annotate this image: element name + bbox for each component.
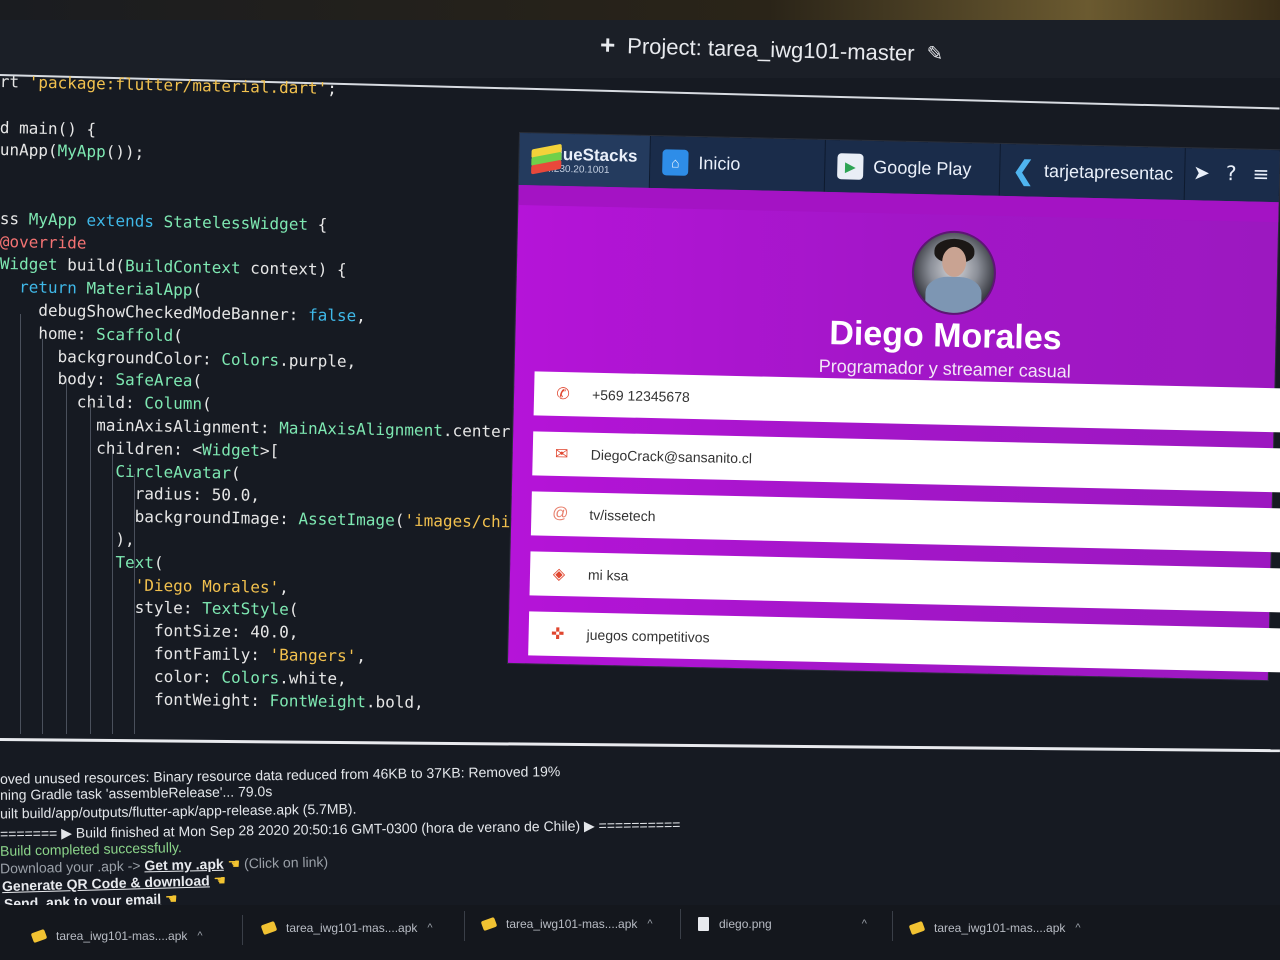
console-line: oved unused resources: Binary resource d…	[0, 763, 561, 787]
tab-label: Google Play	[873, 156, 972, 179]
code-line: ss MyApp extends StatelessWidget {	[0, 208, 328, 234]
project-label: Project: tarea_iwg101-master	[626, 32, 915, 66]
code-line: 'Diego Morales',	[134, 575, 289, 597]
code-line: ),	[0, 528, 135, 549]
tab-bluestacks-home[interactable]: BlueStacks 4.230.20.1001	[518, 133, 651, 188]
download-filename: tarea_iwg101-mas....apk	[286, 921, 418, 935]
console-line: ning Gradle task 'assembleRelease'... 79…	[0, 783, 273, 803]
download-item[interactable]: tarea_iwg101-mas....apk ^	[30, 928, 203, 944]
chevron-up-icon[interactable]: ^	[427, 922, 432, 934]
separator	[242, 915, 243, 945]
code-line: return MaterialApp(	[18, 277, 203, 300]
email-icon: ✉	[554, 445, 569, 464]
download-filename: diego.png	[719, 917, 772, 931]
avatar	[910, 229, 997, 316]
directions-icon: ◈	[552, 565, 566, 584]
code-line: fontFamily: 'Bangers',	[0, 642, 367, 666]
code-line: mainAxisAlignment: MainAxisAlignment.cen…	[0, 414, 520, 442]
chevron-up-icon[interactable]: ^	[1075, 922, 1080, 934]
bluestacks-logo-icon	[531, 143, 562, 175]
chevron-up-icon[interactable]: ^	[197, 930, 202, 942]
tab-label: Inicio	[698, 152, 741, 174]
phone-icon: ✆	[556, 385, 570, 404]
gamepad-icon: ✜	[550, 625, 565, 644]
terminal-output: oved unused resources: Binary resource d…	[0, 745, 1280, 915]
download-item[interactable]: tarea_iwg101-mas....apk ^	[260, 920, 433, 936]
at-icon: @	[552, 504, 569, 523]
code-line: style: TextStyle(	[0, 596, 299, 620]
pointing-hand-icon: ☚	[213, 871, 227, 889]
code-line: d main() {	[0, 117, 97, 139]
card-text: mi ksa	[587, 566, 629, 584]
code-line: fontSize: 40.0,	[0, 619, 299, 642]
image-file-icon	[698, 917, 709, 931]
download-item[interactable]: diego.png ^	[698, 917, 867, 931]
console-success: Build completed successfully.	[0, 839, 182, 859]
apk-file-icon	[260, 920, 278, 936]
code-line: CircleAvatar(	[115, 461, 241, 483]
pencil-icon[interactable]: ✎	[926, 41, 943, 66]
code-line: @override	[0, 231, 87, 253]
tab-tarjetapresentacion[interactable]: ❮ tarjetapresentac	[999, 143, 1186, 201]
plus-icon[interactable]: +	[600, 30, 616, 61]
card-text: juegos competitivos	[586, 626, 710, 646]
chevron-up-icon[interactable]: ^	[862, 918, 867, 930]
click-hint: (Click on link)	[243, 853, 329, 872]
code-line: body: SafeArea(	[0, 368, 203, 391]
app-screen: Diego Morales Programador y streamer cas…	[507, 184, 1280, 681]
home-icon: ⌂	[662, 149, 689, 176]
download-prompt: Download your .apk ->	[0, 857, 141, 877]
console-line: ======= ▶ Build finished at Mon Sep 28 2…	[0, 816, 681, 842]
card-text: tv/issetech	[589, 506, 656, 525]
menu-icon[interactable]: ≡	[1252, 162, 1269, 186]
flutter-icon: ❮	[1011, 154, 1035, 186]
download-filename: tarea_iwg101-mas....apk	[934, 921, 1066, 935]
separator	[464, 911, 465, 941]
download-item[interactable]: tarea_iwg101-mas....apk ^	[908, 920, 1081, 936]
downloads-bar: tarea_iwg101-mas....apk ^ tarea_iwg101-m…	[0, 905, 1280, 960]
separator	[892, 911, 893, 941]
cursor-icon: ➤	[1192, 160, 1211, 185]
code-line: debugShowCheckedModeBanner: false,	[0, 300, 367, 326]
code-line: home: Scaffold(	[0, 322, 184, 345]
contact-card-email[interactable]: ✉ DiegoCrack@sansanito.cl	[532, 431, 1280, 493]
apk-file-icon	[908, 920, 926, 936]
contact-card-twitch[interactable]: @ tv/issetech	[530, 491, 1280, 553]
separator	[680, 909, 681, 939]
bluestacks-window[interactable]: BlueStacks 4.230.20.1001 ⌂ Inicio ▶ Goog…	[507, 133, 1280, 681]
code-line: backgroundImage: AssetImage('images/chi	[0, 505, 511, 532]
download-filename: tarea_iwg101-mas....apk	[506, 917, 638, 931]
pointing-hand-icon: ☚	[227, 855, 241, 872]
code-line: child: Column(	[0, 391, 212, 414]
apk-file-icon	[30, 928, 48, 944]
chevron-up-icon[interactable]: ^	[647, 918, 652, 930]
contact-card-games[interactable]: ✜ juegos competitivos	[528, 611, 1280, 673]
card-text: DiegoCrack@sansanito.cl	[590, 446, 753, 467]
code-line: Text(	[115, 552, 164, 573]
code-line: unApp(MyApp());	[0, 140, 145, 163]
download-filename: tarea_iwg101-mas....apk	[56, 929, 188, 943]
tab-label: tarjetapresentac	[1043, 160, 1174, 184]
code-line: rt 'package:flutter/material.dart';	[0, 72, 338, 99]
code-editor[interactable]: rt 'package:flutter/material.dart'; d mai…	[0, 64, 520, 734]
console-line: uilt build/app/outputs/flutter-apk/app-r…	[0, 800, 357, 822]
code-line: children: <Widget>[	[0, 436, 280, 461]
card-text: +569 12345678	[591, 386, 690, 405]
code-line: fontWeight: FontWeight.bold,	[0, 687, 424, 712]
apk-file-icon	[480, 916, 498, 932]
help-icon[interactable]: ?	[1226, 161, 1237, 185]
code-line: color: Colors.white,	[0, 664, 347, 688]
tab-inicio[interactable]: ⌂ Inicio	[649, 135, 826, 192]
contact-card-home[interactable]: ◈ mi ksa	[529, 551, 1280, 613]
get-apk-link[interactable]: Get my .apk	[144, 856, 224, 874]
code-line: Widget build(BuildContext context) {	[0, 254, 347, 280]
monitor-top-glare	[0, 0, 1280, 20]
code-line: backgroundColor: Colors.purple,	[0, 345, 357, 371]
code-line: radius: 50.0,	[0, 482, 261, 506]
download-item[interactable]: tarea_iwg101-mas....apk ^	[480, 916, 653, 932]
google-play-icon: ▶	[837, 153, 864, 180]
tab-google-play[interactable]: ▶ Google Play	[824, 139, 1001, 196]
